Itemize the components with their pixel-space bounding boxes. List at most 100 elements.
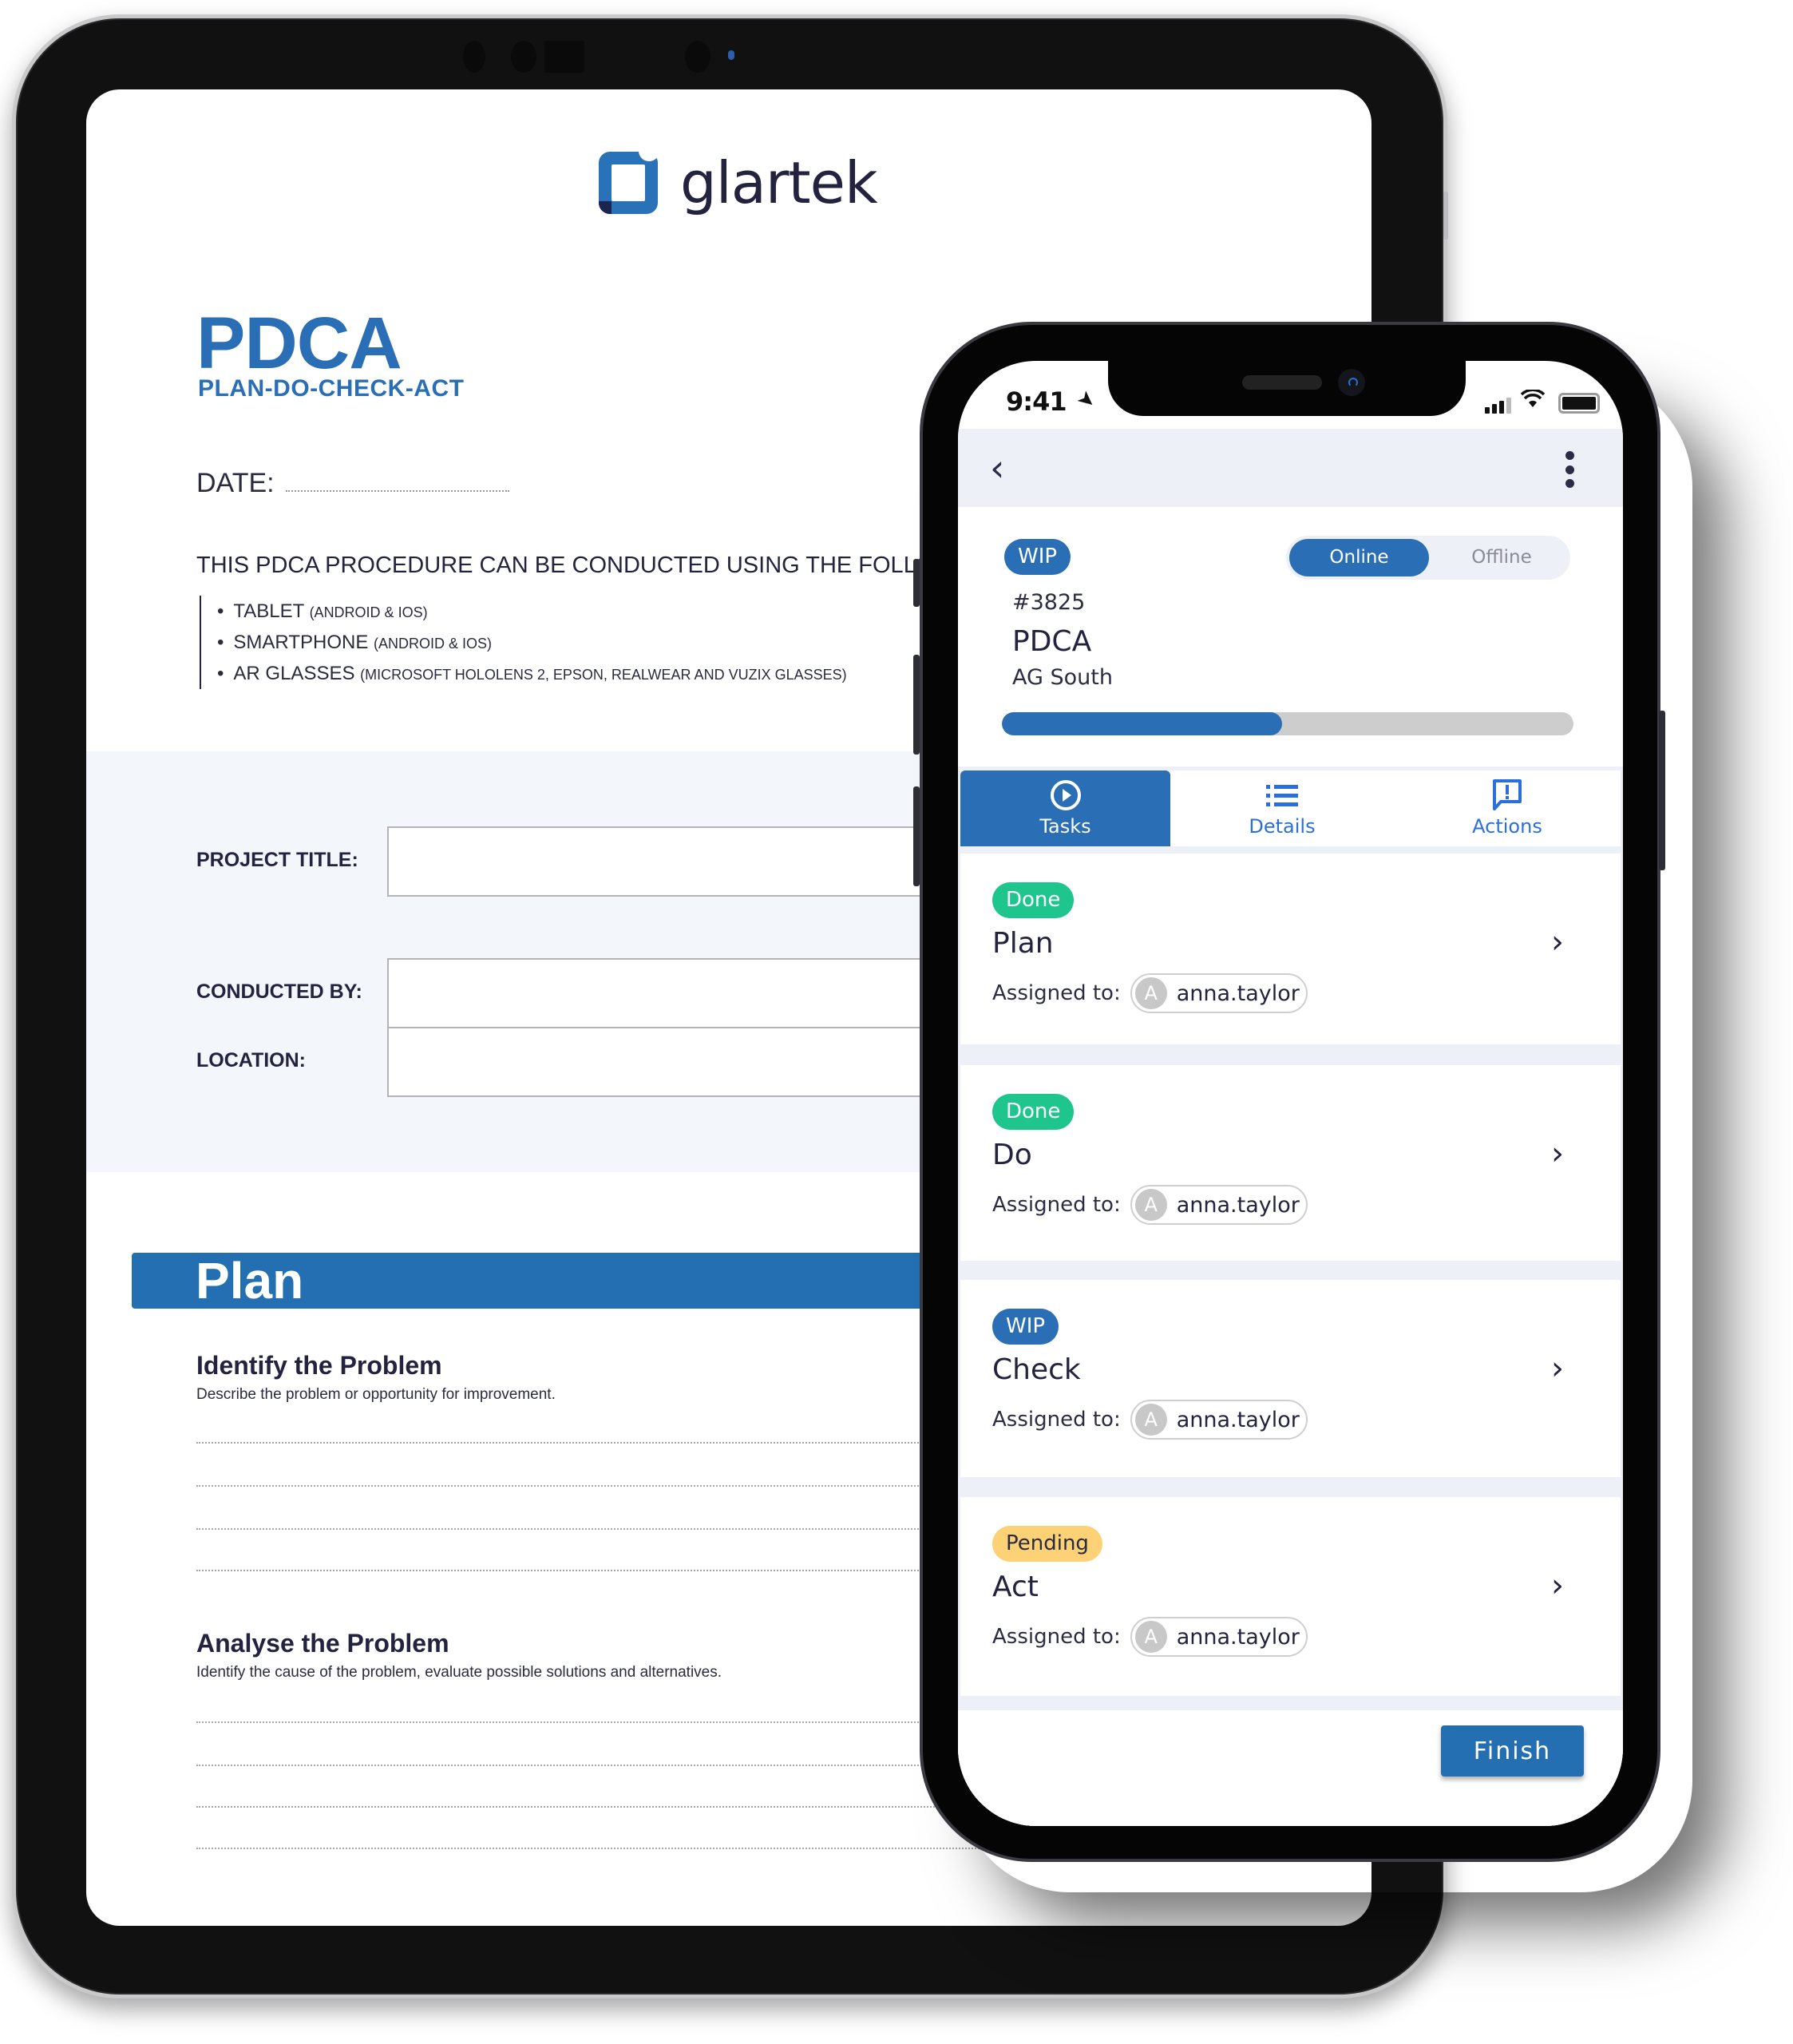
plan-banner-title: Plan <box>196 1252 304 1309</box>
phone-volume-down-button <box>913 786 920 886</box>
assignee-name: anna.taylor <box>1176 1192 1300 1218</box>
intro-text: THIS PDCA PROCEDURE CAN BE CONDUCTED USI… <box>196 553 1019 578</box>
tab-details[interactable]: Details <box>1170 770 1394 846</box>
avatar: A <box>1134 1189 1167 1221</box>
tablet-volume-button <box>1443 192 1448 240</box>
tab-label: Details <box>1249 815 1316 838</box>
task-card-plan[interactable]: Done Plan › Assigned to: A anna.taylor <box>960 854 1621 1044</box>
device-item: • SMARTPHONE (ANDROID & IOS) <box>217 632 493 653</box>
document-title: PDCA <box>196 303 402 384</box>
device-list: • TABLET (ANDROID & IOS) • SMARTPHONE (AND… <box>200 596 847 689</box>
task-name: Act <box>992 1571 1039 1603</box>
cellular-signal-icon <box>1485 398 1511 414</box>
task-assignment: Assigned to: A anna.taylor <box>992 1617 1308 1657</box>
location-label: LOCATION: <box>196 1049 307 1072</box>
brand-name: glartek <box>680 149 878 216</box>
status-time: 9:41 <box>1006 386 1067 417</box>
analyse-problem-description: Identify the cause of the problem, evalu… <box>196 1664 722 1681</box>
finish-button[interactable]: Finish <box>1441 1725 1584 1777</box>
battery-icon <box>1558 393 1600 414</box>
back-chevron-icon[interactable]: ‹ <box>990 446 1004 489</box>
assigned-to-label: Assigned to: <box>992 1408 1121 1432</box>
task-name: Plan <box>992 927 1054 960</box>
task-status-badge: Pending <box>992 1526 1102 1562</box>
work-order-header: WIP Online Offline #3825 PDCA AG South <box>958 507 1623 766</box>
chevron-right-icon[interactable]: › <box>1551 1350 1564 1387</box>
speaker-grille <box>1242 375 1322 390</box>
top-navbar: ‹ <box>958 429 1623 507</box>
alert-message-icon <box>1490 778 1525 812</box>
device-name: AR GLASSES <box>233 663 355 684</box>
assignee-chip[interactable]: A anna.taylor <box>1130 1617 1308 1657</box>
more-options-icon[interactable] <box>1565 451 1574 488</box>
assigned-to-label: Assigned to: <box>992 1193 1121 1217</box>
phone-screen: 9:41 ➤ ‹ WIP Online Offline #3825 PDCA A… <box>958 361 1623 1826</box>
document-subtitle: PLAN-DO-CHECK-ACT <box>198 375 465 402</box>
list-icon <box>1265 778 1300 812</box>
identify-problem-description: Describe the problem or opportunity for … <box>196 1386 556 1403</box>
task-assignment: Assigned to: A anna.taylor <box>992 973 1308 1013</box>
conducted-by-label: CONDUCTED BY: <box>196 980 362 1003</box>
date-label: DATE: <box>196 468 275 498</box>
date-input-line[interactable] <box>285 490 509 492</box>
assignee-name: anna.taylor <box>1176 1624 1300 1650</box>
avatar: A <box>1134 1621 1167 1653</box>
online-offline-toggle[interactable]: Online Offline <box>1286 536 1570 580</box>
progress-bar <box>1002 712 1573 735</box>
location-arrow-icon: ➤ <box>1071 385 1101 415</box>
ticket-id: #3825 <box>1012 590 1086 615</box>
phone-volume-up-button <box>913 655 920 755</box>
tab-tasks[interactable]: Tasks <box>960 770 1170 846</box>
task-card-do[interactable]: Done Do › Assigned to: A anna.taylor <box>960 1065 1621 1261</box>
task-assignment: Assigned to: A anna.taylor <box>992 1185 1308 1225</box>
assignee-chip[interactable]: A anna.taylor <box>1130 973 1308 1013</box>
task-card-check[interactable]: WIP Check › Assigned to: A anna.taylor <box>960 1280 1621 1477</box>
device-detail: (ANDROID & IOS) <box>309 604 428 620</box>
tab-actions[interactable]: Actions <box>1394 770 1621 846</box>
date-field: DATE: <box>196 468 509 499</box>
device-name: SMARTPHONE <box>233 632 369 653</box>
tablet-sensor <box>511 41 536 73</box>
device-item: • AR GLASSES (MICROSOFT HOLOLENS 2, EPSON… <box>217 663 847 684</box>
work-order-status-badge: WIP <box>1004 539 1071 575</box>
task-name: Check <box>992 1353 1081 1386</box>
phone-mute-switch <box>913 559 920 607</box>
task-card-act[interactable]: Pending Act › Assigned to: A anna.taylor <box>960 1497 1621 1696</box>
tablet-sensor <box>463 41 485 73</box>
tab-label: Tasks <box>1039 815 1091 838</box>
project-title-label: PROJECT TITLE: <box>196 849 358 871</box>
ticket-title: PDCA <box>1012 625 1092 658</box>
tablet-sensor <box>544 41 584 73</box>
task-assignment: Assigned to: A anna.taylor <box>992 1400 1308 1440</box>
assigned-to-label: Assigned to: <box>992 1625 1121 1649</box>
progress-bar-fill <box>1002 712 1282 735</box>
tab-label: Actions <box>1472 815 1542 838</box>
assignee-name: anna.taylor <box>1176 980 1300 1006</box>
chevron-right-icon[interactable]: › <box>1551 1135 1564 1172</box>
ticket-site: AG South <box>1012 665 1113 690</box>
device-item: • TABLET (ANDROID & IOS) <box>217 600 428 622</box>
task-status-badge: Done <box>992 882 1075 918</box>
phone-power-button <box>1659 711 1665 870</box>
task-status-badge: WIP <box>992 1309 1059 1345</box>
online-toggle-option[interactable]: Online <box>1289 539 1429 576</box>
assignee-chip[interactable]: A anna.taylor <box>1130 1185 1308 1225</box>
device-detail: (ANDROID & IOS) <box>374 636 493 652</box>
assignee-chip[interactable]: A anna.taylor <box>1130 1400 1308 1440</box>
tablet-indicator-light <box>728 50 734 60</box>
wifi-icon <box>1520 388 1546 414</box>
avatar: A <box>1134 1404 1167 1436</box>
assigned-to-label: Assigned to: <box>992 981 1121 1005</box>
glartek-logo: glartek <box>599 149 878 216</box>
offline-toggle-option[interactable]: Offline <box>1438 539 1565 576</box>
phone-notch <box>1108 361 1466 416</box>
avatar: A <box>1134 977 1167 1009</box>
chevron-right-icon[interactable]: › <box>1551 1567 1564 1604</box>
identify-problem-heading: Identify the Problem <box>196 1351 442 1380</box>
chevron-right-icon[interactable]: › <box>1551 924 1564 961</box>
task-status-badge: Done <box>992 1094 1075 1130</box>
tab-bar: Tasks Details Actions <box>960 770 1621 846</box>
assignee-name: anna.taylor <box>1176 1407 1300 1432</box>
play-circle-icon <box>1048 778 1083 812</box>
analyse-problem-heading: Analyse the Problem <box>196 1629 449 1658</box>
